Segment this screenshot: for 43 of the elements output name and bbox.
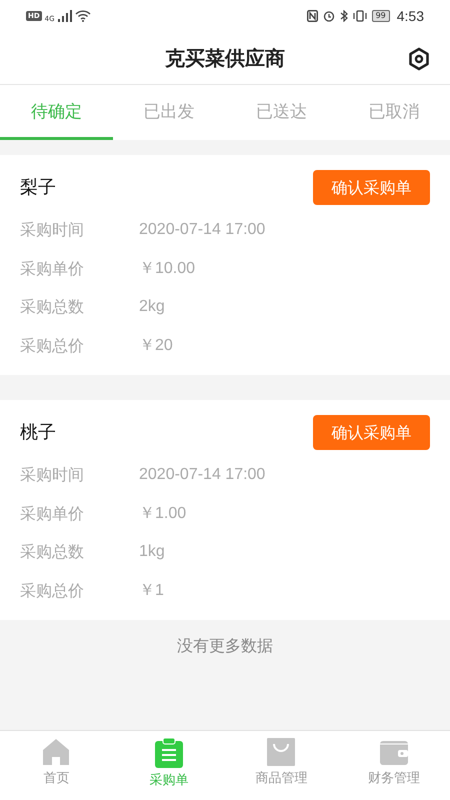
tab[interactable]: 已送达 (225, 85, 338, 140)
vibrate-icon (352, 10, 367, 22)
tab[interactable]: 已出发 (112, 85, 225, 140)
field-value: ￥20 (139, 336, 173, 356)
field-label: 采购单价 (20, 502, 85, 525)
product-name: 桃子 (20, 421, 56, 445)
wifi-icon (74, 10, 91, 22)
page-title: 克买菜供应商 (165, 45, 285, 72)
nfc-icon (306, 10, 318, 22)
nav-tab[interactable]: 商品管理 (225, 731, 338, 800)
field-value: ￥1.00 (139, 504, 186, 524)
field-label: 采购时间 (20, 464, 85, 486)
field-label: 采购总数 (20, 296, 85, 318)
field-value: ￥10.00 (139, 258, 196, 279)
field-label: 采购时间 (20, 219, 85, 242)
nav-tab[interactable]: 首页 (0, 731, 112, 800)
confirm-order-button[interactable]: 确认采购单 (313, 415, 430, 450)
nav-tab[interactable]: 财务管理 (338, 731, 450, 800)
field-value: 2kg (139, 297, 165, 318)
end-of-list-note: 没有更多数据 (177, 635, 273, 657)
alarm-icon (322, 10, 335, 22)
tab[interactable]: 待确定 (0, 85, 112, 140)
field-value: ￥1 (139, 580, 164, 601)
clipboard-icon (154, 738, 183, 768)
bluetooth-icon (340, 10, 348, 22)
signal-icon (58, 10, 72, 22)
field-value: 2020-07-14 17:00 (139, 465, 266, 486)
shopping-bag-icon (267, 738, 296, 766)
tab[interactable]: 已取消 (338, 85, 450, 140)
clock-time: 4:53 (396, 6, 424, 26)
confirm-order-button[interactable]: 确认采购单 (313, 170, 430, 205)
nav-tab[interactable]: 采购单 (112, 731, 225, 800)
product-name: 梨子 (20, 176, 56, 200)
field-label: 采购总价 (20, 334, 85, 357)
battery-level: 99 (372, 10, 390, 22)
field-label: 采购单价 (20, 258, 85, 280)
field-value: 1kg (139, 542, 165, 562)
field-value: 2020-07-14 17:00 (139, 220, 266, 240)
house-icon (42, 738, 70, 766)
field-label: 采购总数 (20, 541, 85, 564)
settings-icon[interactable] (408, 47, 430, 71)
field-label: 采购总价 (20, 580, 85, 602)
wallet-icon (380, 738, 408, 766)
